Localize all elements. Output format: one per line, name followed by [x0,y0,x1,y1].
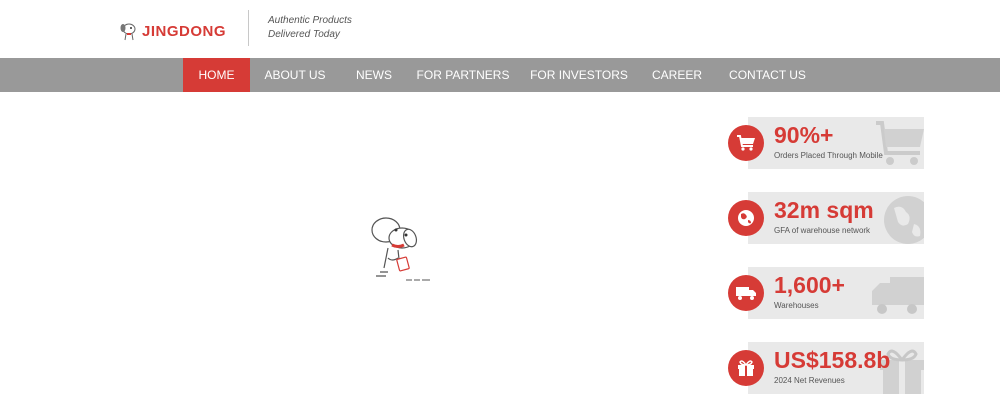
nav-about-us[interactable]: ABOUT US [255,58,335,92]
stat-value: US$158.8b [774,347,891,373]
stat-value: 90%+ [774,122,834,148]
tagline-line-2: Delivered Today [268,29,340,40]
joy-dog-logo-icon [120,23,136,41]
nav-contact-us[interactable]: CONTACT US [720,58,815,92]
main-nav: HOME ABOUT US NEWS FOR PARTNERS FOR INVE… [0,58,1000,92]
tagline: Authentic Products Delivered Today [268,14,352,42]
stat-panel: 1,600+ Warehouses [748,267,924,319]
nav-for-partners[interactable]: FOR PARTNERS [413,58,513,92]
stat-net-revenues: US$158.8b 2024 Net Revenues [728,342,924,394]
gift-icon [728,350,764,386]
tagline-line-1: Authentic Products [268,15,352,26]
nav-home[interactable]: HOME [183,58,250,92]
jingdong-logo[interactable]: JINGDONG [118,18,226,44]
truck-icon [728,275,764,311]
cart-icon [728,125,764,161]
stat-value: 32m sqm [774,197,874,223]
stat-label: Warehouses [774,301,819,310]
loading-mascot-icon [371,217,430,281]
stat-mobile-orders: 90%+ Orders Placed Through Mobile [728,117,924,169]
stat-panel: 32m sqm GFA of warehouse network [748,192,924,244]
stat-label: GFA of warehouse network [774,226,871,235]
header-divider [248,10,249,46]
brand-name: JINGDONG [142,22,227,40]
stat-panel: 90%+ Orders Placed Through Mobile [748,117,924,169]
stat-warehouses: 1,600+ Warehouses [728,267,924,319]
globe-icon [728,200,764,236]
nav-career[interactable]: CAREER [645,58,709,92]
nav-for-investors[interactable]: FOR INVESTORS [525,58,633,92]
cart-background-icon [876,121,924,165]
globe-background-icon [884,196,924,244]
nav-news[interactable]: NEWS [345,58,403,92]
stat-panel: US$158.8b 2024 Net Revenues [748,342,924,394]
stat-label: Orders Placed Through Mobile [774,151,883,160]
stat-label: 2024 Net Revenues [774,376,845,385]
stat-value: 1,600+ [774,272,845,298]
site-header: JINGDONG Authentic Products Delivered To… [0,0,1000,58]
truck-background-icon [872,277,924,314]
stat-warehouse-gfa: 32m sqm GFA of warehouse network [728,192,924,244]
